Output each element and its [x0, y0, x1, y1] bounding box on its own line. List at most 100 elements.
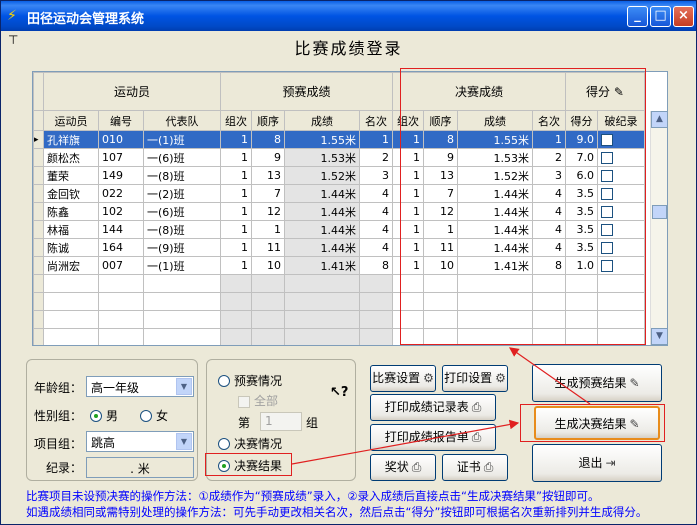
- diploma-button[interactable]: 证书 ⎙: [442, 454, 508, 481]
- table-cell[interactable]: 107: [98, 148, 144, 167]
- table-cell[interactable]: [359, 328, 393, 345]
- row-indicator[interactable]: [33, 238, 44, 257]
- row-indicator[interactable]: [33, 328, 44, 345]
- table-cell[interactable]: [98, 274, 144, 293]
- table-cell[interactable]: 1: [220, 184, 252, 203]
- scroll-thumb[interactable]: [652, 205, 667, 219]
- title-bar[interactable]: ⚡ 田径运动会管理系统 _ □ ×: [1, 1, 696, 31]
- table-cell[interactable]: [143, 292, 221, 311]
- print-record-sheet-button[interactable]: 打印成绩记录表 ⎙: [370, 394, 496, 421]
- table-cell[interactable]: 一(6)班: [143, 202, 221, 221]
- column-header[interactable]: 代表队: [143, 110, 221, 131]
- maximize-button[interactable]: □: [650, 6, 671, 27]
- table-cell[interactable]: [220, 328, 252, 345]
- table-cell[interactable]: [284, 274, 360, 293]
- table-cell[interactable]: [143, 310, 221, 329]
- table-cell[interactable]: 1.52米: [284, 166, 360, 185]
- table-cell[interactable]: 一(6)班: [143, 148, 221, 167]
- gender-female-radio[interactable]: 女: [140, 407, 168, 424]
- table-cell[interactable]: 一(1)班: [143, 130, 221, 149]
- table-cell[interactable]: 陈鑫: [43, 202, 99, 221]
- table-cell[interactable]: 1.44米: [284, 220, 360, 239]
- table-cell[interactable]: 8: [359, 256, 393, 275]
- row-indicator[interactable]: [33, 166, 44, 185]
- table-cell[interactable]: 陈诚: [43, 238, 99, 257]
- row-indicator[interactable]: [33, 256, 44, 275]
- table-cell[interactable]: 7: [251, 184, 285, 203]
- row-indicator[interactable]: [33, 202, 44, 221]
- table-cell[interactable]: 1.44米: [284, 184, 360, 203]
- print-report-sheet-button[interactable]: 打印成绩报告单 ⎙: [370, 424, 496, 451]
- table-cell[interactable]: [220, 292, 252, 311]
- table-cell[interactable]: [143, 328, 221, 345]
- group-number-stepper[interactable]: 1: [260, 412, 302, 431]
- table-cell[interactable]: [284, 292, 360, 311]
- table-cell[interactable]: [98, 310, 144, 329]
- all-groups-checkbox[interactable]: 全部: [238, 392, 278, 409]
- table-cell[interactable]: 13: [251, 166, 285, 185]
- table-cell[interactable]: [143, 274, 221, 293]
- table-cell[interactable]: [359, 310, 393, 329]
- table-cell[interactable]: [98, 292, 144, 311]
- table-cell[interactable]: 1.44米: [284, 202, 360, 221]
- minimize-button[interactable]: _: [627, 6, 648, 27]
- row-indicator[interactable]: [33, 220, 44, 239]
- table-cell[interactable]: 1: [220, 166, 252, 185]
- column-header[interactable]: 顺序: [251, 110, 285, 131]
- table-cell[interactable]: 一(2)班: [143, 184, 221, 203]
- scroll-down-arrow-icon[interactable]: ▼: [651, 328, 668, 345]
- table-cell[interactable]: 1: [220, 130, 252, 149]
- match-settings-button[interactable]: 比赛设置 ⚙: [370, 365, 436, 392]
- table-cell[interactable]: 022: [98, 184, 144, 203]
- table-cell[interactable]: [284, 310, 360, 329]
- scroll-up-arrow-icon[interactable]: ▲: [651, 111, 668, 128]
- table-cell[interactable]: 8: [251, 130, 285, 149]
- table-cell[interactable]: 1: [359, 130, 393, 149]
- group-header-prelim[interactable]: 预赛成绩: [220, 72, 393, 111]
- table-cell[interactable]: 1: [220, 256, 252, 275]
- generate-prelim-results-button[interactable]: 生成预赛结果 ✎: [532, 364, 662, 402]
- row-indicator[interactable]: [33, 184, 44, 203]
- table-cell[interactable]: 1: [220, 148, 252, 167]
- table-cell[interactable]: 颜松杰: [43, 148, 99, 167]
- prelim-status-radio[interactable]: 预赛情况: [218, 372, 282, 389]
- table-cell[interactable]: 1: [220, 220, 252, 239]
- table-cell[interactable]: 一(1)班: [143, 256, 221, 275]
- table-cell[interactable]: 102: [98, 202, 144, 221]
- row-indicator[interactable]: [33, 274, 44, 293]
- table-cell[interactable]: 9: [251, 148, 285, 167]
- table-cell[interactable]: 一(9)班: [143, 238, 221, 257]
- table-cell[interactable]: 4: [359, 220, 393, 239]
- vertical-scrollbar[interactable]: ▲ ▼: [650, 111, 668, 345]
- column-header[interactable]: 编号: [98, 110, 144, 131]
- table-cell[interactable]: [284, 328, 360, 345]
- close-button[interactable]: ×: [673, 6, 694, 27]
- table-cell[interactable]: 1.44米: [284, 238, 360, 257]
- table-cell[interactable]: 164: [98, 238, 144, 257]
- table-cell[interactable]: 11: [251, 238, 285, 257]
- table-cell[interactable]: 12: [251, 202, 285, 221]
- table-cell[interactable]: 4: [359, 238, 393, 257]
- table-cell[interactable]: [251, 328, 285, 345]
- table-cell[interactable]: 4: [359, 184, 393, 203]
- table-cell[interactable]: [43, 274, 99, 293]
- table-cell[interactable]: 1.55米: [284, 130, 360, 149]
- table-cell[interactable]: 144: [98, 220, 144, 239]
- column-header[interactable]: 名次: [359, 110, 393, 131]
- table-cell[interactable]: 孔祥旗: [43, 130, 99, 149]
- row-indicator[interactable]: [33, 310, 44, 329]
- table-cell[interactable]: 10: [251, 256, 285, 275]
- table-cell[interactable]: [251, 274, 285, 293]
- certificate-button[interactable]: 奖状 ⎙: [370, 454, 436, 481]
- row-indicator[interactable]: ▸: [33, 130, 44, 149]
- column-header[interactable]: 成绩: [284, 110, 360, 131]
- table-cell[interactable]: 一(8)班: [143, 220, 221, 239]
- table-cell[interactable]: [251, 292, 285, 311]
- table-cell[interactable]: 1: [251, 220, 285, 239]
- table-cell[interactable]: 林福: [43, 220, 99, 239]
- table-cell[interactable]: 1: [220, 202, 252, 221]
- table-cell[interactable]: [220, 310, 252, 329]
- table-cell[interactable]: [43, 328, 99, 345]
- table-cell[interactable]: 1.41米: [284, 256, 360, 275]
- table-cell[interactable]: [43, 310, 99, 329]
